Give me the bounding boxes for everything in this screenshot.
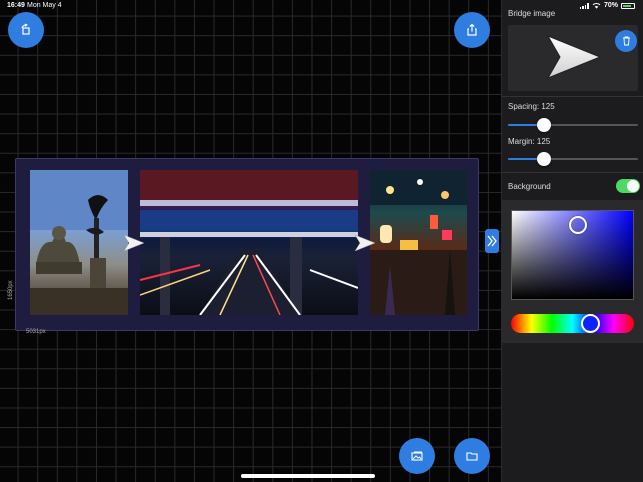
background-label: Background [508, 182, 551, 191]
add-photo-icon [411, 451, 423, 461]
open-folder-button[interactable] [454, 438, 490, 474]
double-chevron-right-icon [487, 235, 497, 247]
white-arrow-bridge-icon [546, 34, 602, 80]
composition-height-label: 1650px [8, 280, 14, 300]
background-toggle[interactable] [616, 179, 640, 193]
highway-tunnel-light-trails-photo[interactable] [140, 170, 358, 315]
margin-slider-thumb[interactable] [537, 152, 551, 166]
rotate-icon [21, 23, 30, 35]
color-cursor[interactable] [569, 216, 587, 234]
cellular-signal-icon [579, 2, 589, 9]
composition-width-label: 5031px [26, 329, 46, 335]
saturation-brightness-square[interactable] [511, 210, 634, 300]
folder-icon [466, 452, 478, 461]
divider [502, 96, 643, 97]
hue-slider-thumb[interactable] [581, 314, 600, 333]
hue-slider[interactable] [511, 314, 634, 333]
status-date: Mon May 4 [27, 2, 62, 9]
delete-bridge-button[interactable] [615, 30, 637, 52]
status-bar: 16:49 Mon May 4 70% [0, 0, 643, 12]
bridge-image-preview[interactable] [508, 25, 638, 91]
night-market-alley-photo[interactable] [370, 170, 467, 315]
expand-handle[interactable] [485, 229, 499, 253]
divider [502, 172, 643, 173]
add-photo-button[interactable] [399, 438, 435, 474]
battery-percent: 70% [603, 2, 618, 9]
share-icon [467, 23, 477, 36]
wifi-icon [592, 2, 601, 9]
battery-icon [621, 2, 635, 9]
status-indicators: 70% [579, 2, 635, 9]
margin-label: Margin: 125 [508, 137, 551, 146]
margin-slider[interactable] [508, 152, 638, 166]
rotate-button[interactable] [8, 12, 44, 48]
white-arrow-bridge-icon [124, 235, 144, 251]
trash-icon [622, 36, 630, 46]
home-indicator[interactable] [241, 474, 375, 478]
spacing-label: Spacing: 125 [508, 102, 555, 111]
color-picker [502, 200, 643, 343]
buddha-statue-photo[interactable] [30, 170, 128, 315]
spacing-slider[interactable] [508, 118, 638, 132]
status-time: 16:49 [7, 2, 25, 9]
white-arrow-bridge-icon [355, 235, 375, 251]
share-button[interactable] [454, 12, 490, 48]
settings-panel: Bridge image Spacing: 125 Margin: 125 Ba… [501, 0, 643, 482]
spacing-slider-thumb[interactable] [537, 118, 551, 132]
